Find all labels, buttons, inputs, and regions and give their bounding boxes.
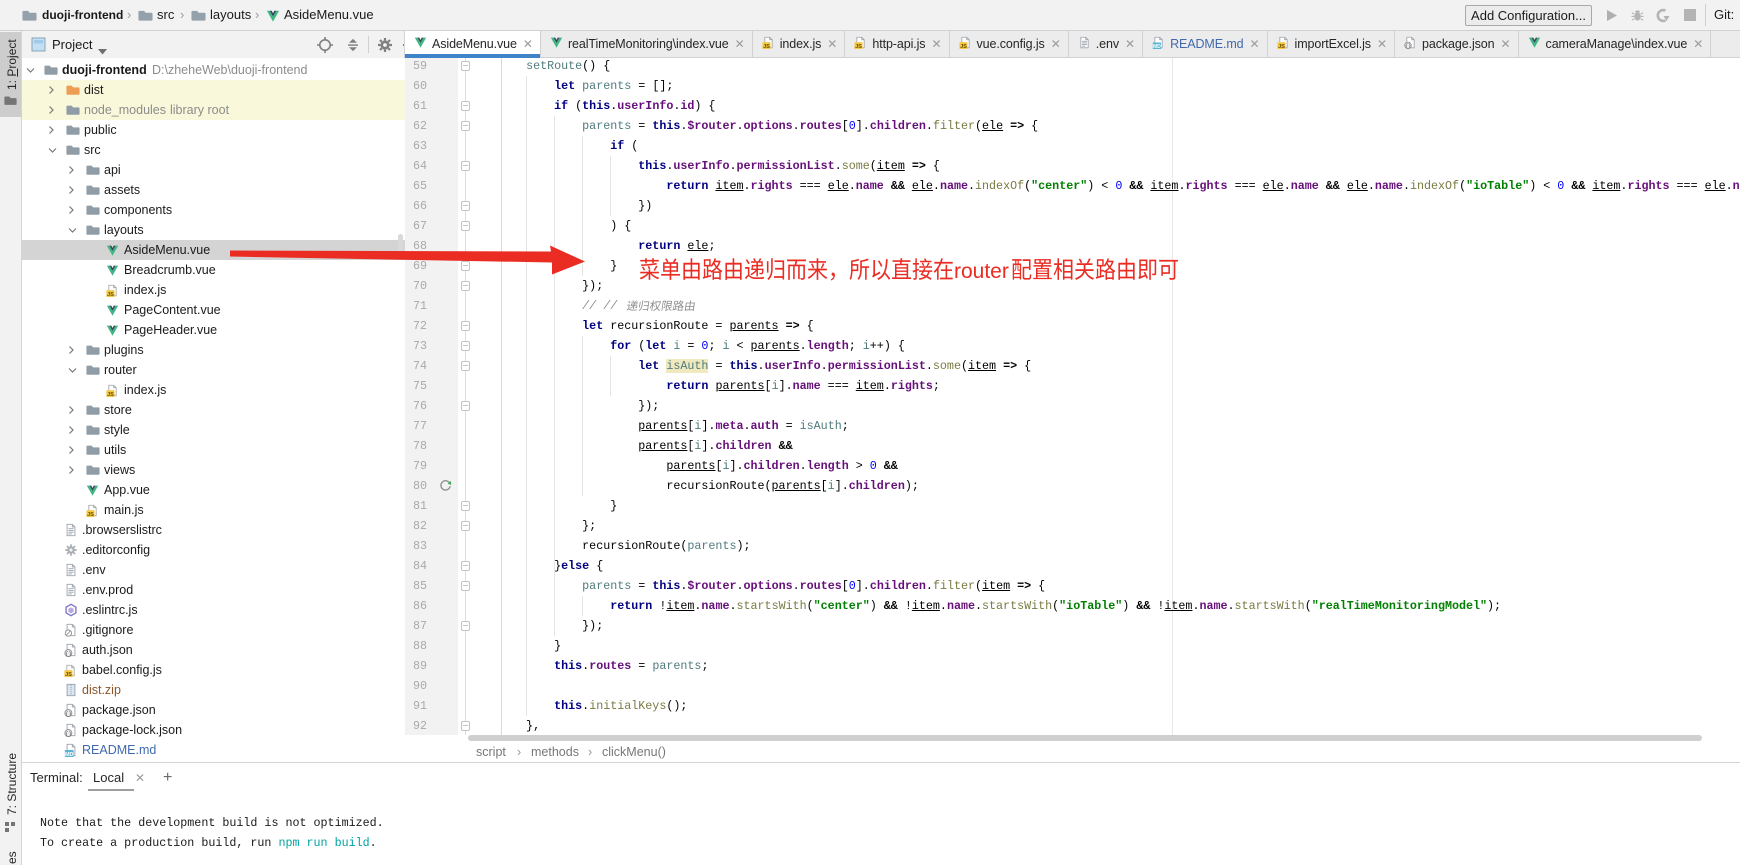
svg-text:router: router <box>954 260 1009 283</box>
svg-text:JS: JS <box>960 44 967 49</box>
svg-text:JS: JS <box>855 44 862 49</box>
svg-text:MD: MD <box>1153 44 1161 49</box>
svg-text:{}: {} <box>1405 43 1411 49</box>
svg-text:{}: {} <box>65 730 72 737</box>
svg-text:{}: {} <box>65 650 72 657</box>
svg-text:JS: JS <box>107 292 114 297</box>
svg-text:JS: JS <box>107 392 114 397</box>
svg-text:JS: JS <box>1278 44 1285 49</box>
svg-text:MD: MD <box>65 752 74 757</box>
svg-text:JS: JS <box>763 44 770 49</box>
svg-text:JS: JS <box>87 512 94 517</box>
svg-text:JS: JS <box>65 672 72 677</box>
svg-text:{}: {} <box>65 710 72 717</box>
